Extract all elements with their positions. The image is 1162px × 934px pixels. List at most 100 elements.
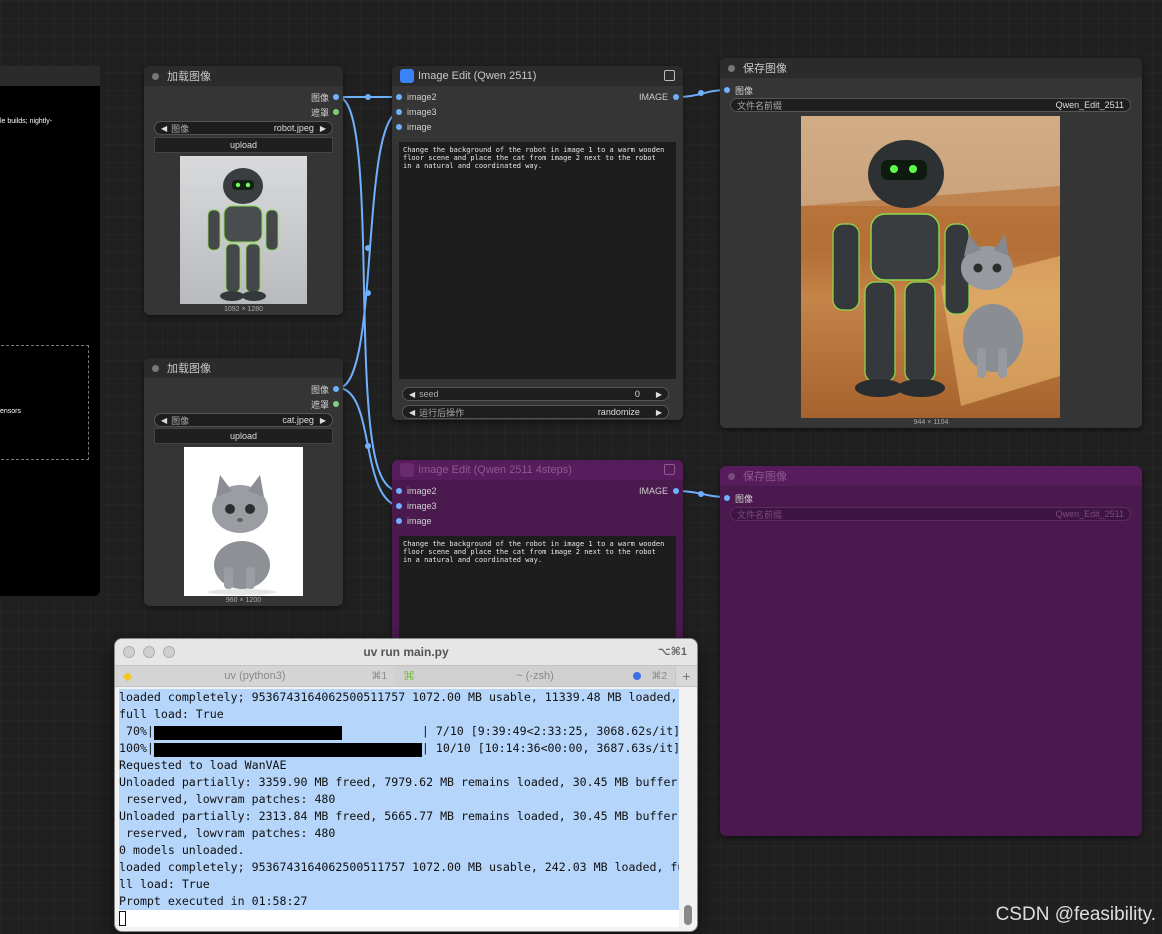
progress-line-2: 100%| | 10/10 [10:14:36<00:00, 3687.63s/i…	[119, 740, 679, 757]
tab-zsh[interactable]: ⌘ ~ (-zsh) ⌘2	[395, 666, 675, 686]
collapse-dot-icon[interactable]	[728, 472, 735, 480]
node-title-bar[interactable]: 加载图像	[144, 358, 343, 378]
collapse-dot-icon[interactable]	[152, 364, 159, 372]
output-image-socket[interactable]: IMAGE	[639, 91, 679, 103]
input-image-socket[interactable]: image	[396, 121, 432, 133]
output-mask-socket[interactable]: 遮罩	[311, 398, 339, 410]
node-title: 加载图像	[167, 71, 211, 83]
socket-dot-icon[interactable]	[396, 124, 402, 130]
node-title: Image Edit (Qwen 2511 4steps)	[418, 464, 572, 476]
terminal-line: ll load: True	[119, 876, 679, 893]
output-image-socket[interactable]: 图像	[311, 383, 339, 395]
tab-status-dot-icon	[633, 672, 641, 680]
socket-dot-icon[interactable]	[724, 495, 730, 501]
socket-dot-icon[interactable]	[396, 488, 402, 494]
widget-label: 文件名前缀	[737, 509, 783, 520]
input-image-socket[interactable]: image	[396, 515, 432, 527]
load-image-node-robot[interactable]: 加载图像 图像 遮罩 ◀ 图像 robot.jpeg ▶ upload 1092…	[144, 66, 343, 315]
input-image2-socket[interactable]: image2	[396, 91, 437, 103]
terminal-window[interactable]: uv run main.py ⌥⌘1 ◆ uv (python3) ⌘1 ⌘ ~…	[114, 638, 698, 932]
input-image2-socket[interactable]: image2	[396, 485, 437, 497]
image-edit-node-qwen-4steps[interactable]: Image Edit (Qwen 2511 4steps) image2 ima…	[392, 460, 683, 642]
save-image-node[interactable]: 保存图像 图像 文件名前缀 Qwen_Edit_2511 944 × 1104	[720, 58, 1142, 428]
socket-dot-icon[interactable]	[396, 518, 402, 524]
image-select-widget[interactable]: ◀ 图像 robot.jpeg ▶	[154, 121, 333, 135]
arrow-right-icon[interactable]: ▶	[320, 124, 326, 133]
arrow-right-icon[interactable]: ▶	[320, 416, 326, 425]
upload-button[interactable]: upload	[154, 428, 333, 444]
terminal-line: 0 models unloaded.	[119, 842, 679, 859]
prompt-textarea[interactable]: Change the background of the robot in im…	[399, 142, 676, 379]
terminal-line: reserved, lowvram patches: 480	[119, 791, 679, 808]
input-image3-socket[interactable]: image3	[396, 500, 437, 512]
output-label: IMAGE	[638, 92, 668, 102]
zoom-window-icon[interactable]	[163, 646, 175, 658]
watermark: CSDN @feasibility.	[995, 904, 1156, 925]
terminal-tab-bar: ◆ uv (python3) ⌘1 ⌘ ~ (-zsh) ⌘2 +	[115, 665, 697, 687]
load-image-node-cat[interactable]: 加载图像 图像 遮罩 ◀ 图像 cat.jpeg ▶ upload 960 × …	[144, 358, 343, 606]
node-title-bar[interactable]: 加载图像	[144, 66, 343, 86]
left-panel-dashed-box	[0, 345, 89, 460]
socket-dot-icon[interactable]	[333, 109, 339, 115]
progress-line-1: 70%| | 7/10 [9:39:49<2:33:25, 3068.62s/it…	[119, 723, 679, 740]
terminal-output[interactable]: loaded completely; 953674316406250051175…	[119, 689, 679, 927]
control-after-generate-widget[interactable]: ◀ 运行后操作 randomize ▶	[402, 405, 669, 419]
input-image-socket[interactable]: 图像	[724, 84, 753, 96]
output-image-socket[interactable]: IMAGE	[639, 485, 679, 497]
tab-uv-python[interactable]: ◆ uv (python3) ⌘1	[115, 666, 395, 686]
arrow-left-icon[interactable]: ◀	[161, 124, 167, 133]
subgraph-icon	[400, 463, 414, 477]
widget-label: 文件名前缀	[737, 100, 783, 111]
node-title-bar[interactable]: 保存图像	[720, 58, 1142, 78]
seed-widget[interactable]: ◀ seed 0 ▶	[402, 387, 669, 401]
collapse-dot-icon[interactable]	[152, 72, 159, 80]
output-preview-image	[801, 116, 1060, 418]
socket-dot-icon[interactable]	[673, 488, 679, 494]
robot-preview-image	[180, 156, 307, 304]
node-title-bar[interactable]: 保存图像	[720, 466, 1142, 486]
node-title-bar[interactable]: Image Edit (Qwen 2511 4steps)	[392, 460, 683, 480]
close-window-icon[interactable]	[123, 646, 135, 658]
arrow-right-icon[interactable]: ▶	[656, 390, 662, 399]
arrow-left-icon[interactable]: ◀	[409, 408, 415, 417]
terminal-scrollbar[interactable]	[683, 689, 693, 927]
terminal-cursor	[119, 911, 126, 926]
socket-dot-icon[interactable]	[333, 401, 339, 407]
input-image-socket[interactable]: 图像	[724, 492, 753, 504]
socket-dot-icon[interactable]	[396, 109, 402, 115]
collapse-dot-icon[interactable]	[728, 64, 735, 72]
output-mask-socket[interactable]: 遮罩	[311, 106, 339, 118]
save-image-node-bypassed[interactable]: 保存图像 图像 文件名前缀 Qwen_Edit_2511	[720, 466, 1142, 836]
socket-dot-icon[interactable]	[724, 87, 730, 93]
input-label: image2	[407, 92, 437, 102]
arrow-left-icon[interactable]: ◀	[409, 390, 415, 399]
socket-dot-icon[interactable]	[673, 94, 679, 100]
expand-icon[interactable]	[664, 464, 675, 475]
new-tab-button[interactable]: +	[675, 666, 697, 686]
scrollbar-thumb[interactable]	[684, 905, 692, 925]
filename-prefix-widget[interactable]: 文件名前缀 Qwen_Edit_2511	[730, 507, 1131, 521]
widget-value: randomize	[597, 407, 640, 417]
filename-prefix-widget[interactable]: 文件名前缀 Qwen_Edit_2511	[730, 98, 1131, 112]
progress-prefix: 100%|	[119, 741, 154, 755]
socket-dot-icon[interactable]	[333, 94, 339, 100]
terminal-title: uv run main.py	[363, 645, 449, 659]
image-edit-node-qwen[interactable]: Image Edit (Qwen 2511) image2 image3 ima…	[392, 66, 683, 420]
arrow-right-icon[interactable]: ▶	[656, 408, 662, 417]
upload-button[interactable]: upload	[154, 137, 333, 153]
socket-dot-icon[interactable]	[396, 94, 402, 100]
input-image3-socket[interactable]: image3	[396, 106, 437, 118]
minimize-window-icon[interactable]	[143, 646, 155, 658]
socket-dot-icon[interactable]	[333, 386, 339, 392]
tab-label: uv (python3)	[224, 670, 286, 682]
node-title-bar[interactable]: Image Edit (Qwen 2511)	[392, 66, 683, 86]
output-image-socket[interactable]: 图像	[311, 91, 339, 103]
arrow-left-icon[interactable]: ◀	[161, 416, 167, 425]
widget-value: cat.jpeg	[282, 415, 314, 425]
prompt-textarea[interactable]: Change the background of the robot in im…	[399, 536, 676, 642]
expand-icon[interactable]	[664, 70, 675, 81]
socket-dot-icon[interactable]	[396, 503, 402, 509]
image-select-widget[interactable]: ◀ 图像 cat.jpeg ▶	[154, 413, 333, 427]
terminal-titlebar[interactable]: uv run main.py ⌥⌘1	[115, 639, 697, 665]
terminal-line: reserved, lowvram patches: 480	[119, 825, 679, 842]
